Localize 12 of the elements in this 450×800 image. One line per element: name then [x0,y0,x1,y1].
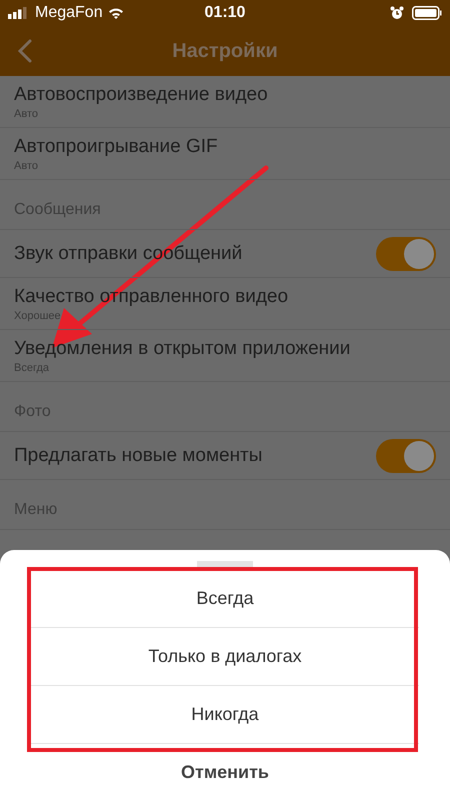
setting-title: Предлагать новые моменты [14,444,262,466]
clock-time: 01:10 [204,4,246,21]
setting-title: Автовоспроизведение видео [14,84,268,106]
carrier-name: MegaFon [35,4,103,22]
battery-icon [412,6,442,20]
alarm-clock-icon [390,6,404,20]
screen-title: Настройки [172,40,278,62]
setting-title: Уведомления в открытом приложении [14,338,350,360]
toggle-switch[interactable] [376,438,436,472]
toggle-switch[interactable] [376,236,436,270]
wifi-icon [108,7,124,19]
setting-title: Автопроигрывание GIF [14,136,218,158]
